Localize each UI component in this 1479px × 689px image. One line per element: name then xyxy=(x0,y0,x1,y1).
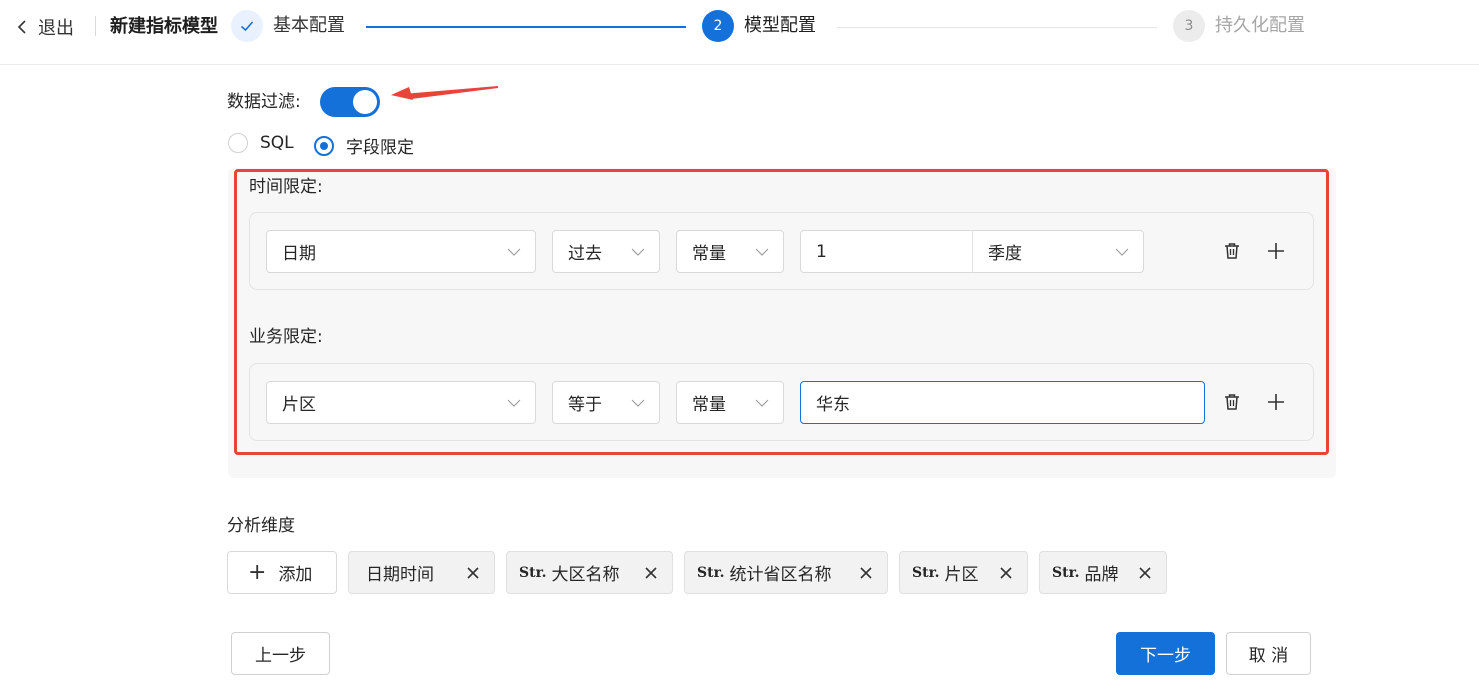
step-number: 3 xyxy=(1173,10,1205,42)
chevron-left-icon xyxy=(17,20,26,34)
time-limit-label: 时间限定: xyxy=(249,177,323,197)
radio-sql[interactable]: SQL xyxy=(228,133,294,153)
step-label: 基本配置 xyxy=(273,15,345,36)
analysis-dimension-label: 分析维度 xyxy=(227,516,295,536)
page-title: 新建指标模型 xyxy=(110,16,218,37)
chevron-down-icon xyxy=(631,248,645,256)
chevron-down-icon xyxy=(507,248,521,256)
previous-step-button[interactable]: 上一步 xyxy=(231,632,330,675)
dimension-name: 片区 xyxy=(944,565,979,585)
select-value: 季度 xyxy=(988,244,1022,264)
dimension-tag: Str. 统计省区名称 xyxy=(684,551,888,594)
dimension-tag: 日期时间 xyxy=(348,551,495,594)
next-step-button[interactable]: 下一步 xyxy=(1116,632,1215,675)
dimension-name: 大区名称 xyxy=(551,565,620,585)
string-type-icon: Str. xyxy=(1052,564,1080,581)
dimension-tag: Str. 品牌 xyxy=(1039,551,1167,594)
step-basic-config[interactable]: 基本配置 xyxy=(231,10,345,42)
dimension-tag: Str. 大区名称 xyxy=(506,551,673,594)
data-filter-label: 数据过滤: xyxy=(227,92,301,112)
select-value: 等于 xyxy=(568,395,602,415)
close-icon[interactable] xyxy=(644,566,658,580)
step-number: 2 xyxy=(702,10,734,42)
dimension-name: 日期时间 xyxy=(366,565,434,585)
add-time-condition-button[interactable] xyxy=(1264,239,1288,263)
dimension-name: 品牌 xyxy=(1084,565,1119,585)
business-field-select[interactable]: 片区 xyxy=(266,381,536,424)
business-limit-label: 业务限定: xyxy=(249,327,323,347)
radio-dot xyxy=(228,133,248,153)
add-dimension-button[interactable]: + 添加 xyxy=(227,551,337,594)
string-type-icon: Str. xyxy=(912,564,940,581)
chevron-down-icon xyxy=(1115,248,1129,256)
select-value: 常量 xyxy=(692,395,726,415)
toggle-knob xyxy=(353,90,377,114)
time-field-select[interactable]: 日期 xyxy=(266,230,536,273)
close-icon[interactable] xyxy=(466,566,480,580)
check-icon xyxy=(240,21,254,32)
header-divider xyxy=(95,16,96,36)
step-label: 模型配置 xyxy=(744,15,816,36)
time-unit-select[interactable]: 季度 xyxy=(972,230,1144,273)
step-connector xyxy=(366,26,686,28)
radio-label: 字段限定 xyxy=(346,138,414,158)
close-icon[interactable] xyxy=(1138,566,1152,580)
chevron-down-icon xyxy=(507,399,521,407)
radio-dot xyxy=(314,135,334,156)
business-value-type-select[interactable]: 常量 xyxy=(676,381,784,424)
delete-time-condition-button[interactable] xyxy=(1220,239,1244,263)
exit-label: 退出 xyxy=(38,18,74,39)
step-persistence-config[interactable]: 3 持久化配置 xyxy=(1173,10,1305,42)
select-value: 常量 xyxy=(692,244,726,264)
plus-icon xyxy=(1268,394,1284,410)
annotation-arrow-icon xyxy=(391,86,498,100)
input-value: 华东 xyxy=(816,395,850,415)
string-type-icon: Str. xyxy=(697,564,725,581)
delete-business-condition-button[interactable] xyxy=(1220,390,1244,414)
page-header: 退出 新建指标模型 基本配置 2 模型配置 3 持久化配置 xyxy=(0,0,1479,65)
data-filter-toggle[interactable] xyxy=(320,87,380,117)
close-icon[interactable] xyxy=(859,566,873,580)
close-icon[interactable] xyxy=(999,566,1013,580)
step-model-config[interactable]: 2 模型配置 xyxy=(702,10,816,42)
dimension-tag: Str. 片区 xyxy=(899,551,1028,594)
plus-icon xyxy=(1268,243,1284,259)
select-value: 日期 xyxy=(282,244,316,264)
exit-button[interactable]: 退出 xyxy=(14,14,74,40)
select-value: 片区 xyxy=(282,395,316,415)
cancel-button[interactable]: 取 消 xyxy=(1226,632,1311,675)
step-label: 持久化配置 xyxy=(1215,15,1305,36)
time-condition-card: 日期 过去 常量 1 季度 xyxy=(249,212,1314,290)
business-operator-select[interactable]: 等于 xyxy=(552,381,660,424)
plus-icon: + xyxy=(248,560,267,585)
string-type-icon: Str. xyxy=(519,564,547,581)
radio-label: SQL xyxy=(260,133,294,153)
step-connector xyxy=(837,27,1157,28)
business-value-input[interactable]: 华东 xyxy=(800,381,1205,424)
time-amount-input[interactable]: 1 xyxy=(800,230,973,273)
add-dimension-label: 添加 xyxy=(278,565,313,585)
dimension-name: 统计省区名称 xyxy=(729,565,832,585)
trash-icon xyxy=(1225,243,1239,259)
input-value: 1 xyxy=(816,241,827,262)
business-condition-card: 片区 等于 常量 华东 xyxy=(249,363,1314,441)
add-business-condition-button[interactable] xyxy=(1264,390,1288,414)
chevron-down-icon xyxy=(631,399,645,407)
time-operator-select[interactable]: 过去 xyxy=(552,230,660,273)
trash-icon xyxy=(1225,394,1239,410)
chevron-down-icon xyxy=(755,248,769,256)
radio-field-limit[interactable]: 字段限定 xyxy=(314,133,414,158)
time-value-type-select[interactable]: 常量 xyxy=(676,230,784,273)
select-value: 过去 xyxy=(568,244,602,264)
step-done-circle xyxy=(231,10,263,42)
chevron-down-icon xyxy=(755,399,769,407)
